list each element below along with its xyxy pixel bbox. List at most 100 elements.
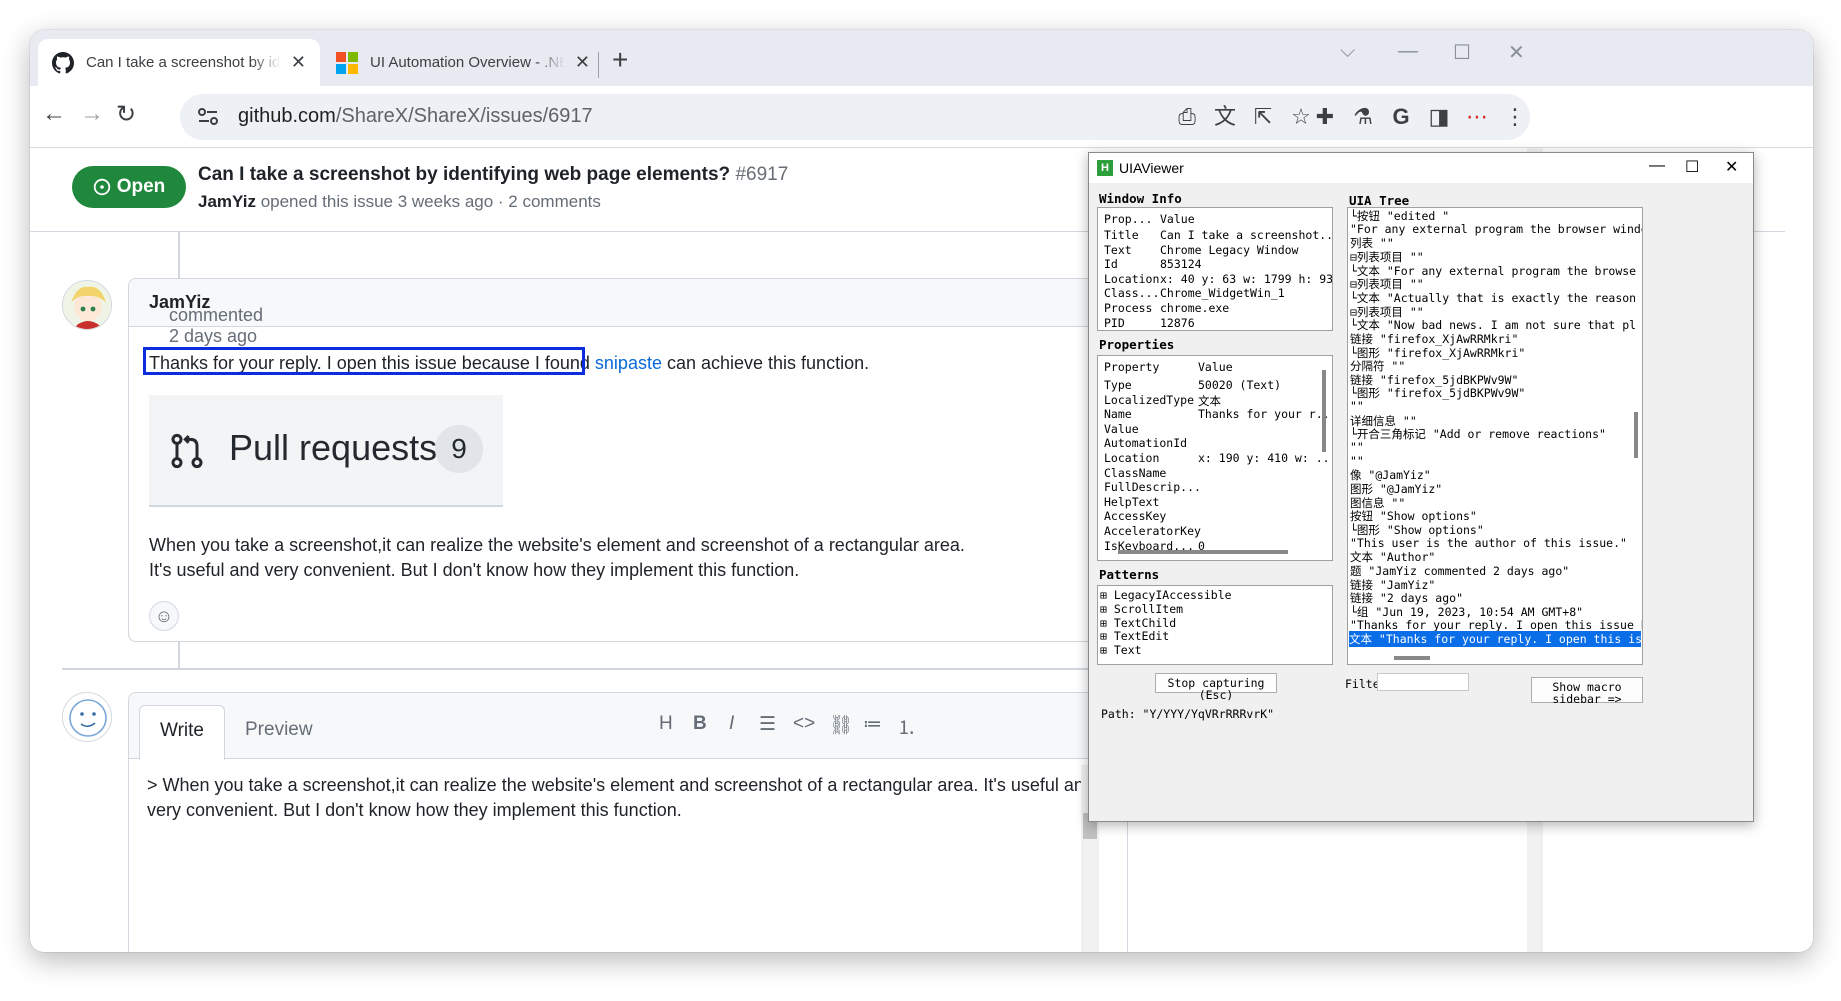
maximize-icon[interactable]: ☐ <box>1453 40 1471 65</box>
grid-cell-value: Chrome Legacy Window <box>1160 242 1299 257</box>
author-link[interactable]: JamYiz <box>198 192 256 211</box>
grid-cell-property: Type <box>1104 378 1132 392</box>
grid-cell-property: AutomationId <box>1104 436 1188 451</box>
grid-cell-property: Text <box>1104 242 1132 257</box>
uia-tree[interactable]: └按钮 "edited " "For any external program t… <box>1347 207 1643 665</box>
grid-cell-value: chrome.exe <box>1160 301 1230 315</box>
microsoft-icon <box>336 51 358 74</box>
comment-textarea[interactable]: > When you take a screenshot,it can real… <box>139 765 1094 952</box>
avatar[interactable] <box>62 692 112 742</box>
close-window-icon[interactable]: ✕ <box>1508 40 1525 65</box>
issue-comment: JamYiz commented 2 days ago Thanks for y… <box>128 278 1128 642</box>
page-title: Can I take a screenshot by identifying w… <box>198 164 789 185</box>
close-icon[interactable]: ✕ <box>291 52 306 73</box>
issue-open-icon <box>93 178 110 196</box>
properties-grid[interactable]: Property Value Type 50020 (Text) LocalizedT… <box>1097 355 1333 561</box>
tab-title: UI Automation Overview - .NET Framework <box>370 54 565 71</box>
forward-icon[interactable]: → <box>80 100 104 128</box>
uiaviewer-app-icon: H <box>1097 160 1113 176</box>
pull-request-icon <box>171 433 203 469</box>
comment-header: JamYiz commented 2 days ago <box>129 279 1127 346</box>
tab-github-issue[interactable]: Can I take a screenshot by identifying w… <box>38 39 320 86</box>
tree-item[interactable]: └开合三角标记 "Add or remove reactions" <box>1350 426 1606 442</box>
new-tab-icon[interactable]: + <box>612 44 628 76</box>
grid-cell-property: AcceleratorKey <box>1104 524 1201 538</box>
labs-flask-icon[interactable]: ⚗ <box>1350 104 1376 130</box>
menu-kebab-icon[interactable]: ⋮ <box>1502 104 1528 130</box>
side-panel-icon[interactable]: ◨ <box>1426 104 1452 130</box>
pull-requests-image: Pull requests 9 <box>149 395 503 507</box>
filter-input[interactable] <box>1377 673 1469 691</box>
avatar[interactable] <box>62 280 112 330</box>
grid-cell-property: ClassName <box>1104 465 1167 480</box>
comment-editor: Write Preview H B I ☰ <> ⛓ ≔ ⒈ > When yo… <box>128 692 1128 952</box>
grid-cell-property: LocalizedType <box>1104 392 1195 407</box>
status-badge: Open <box>72 166 186 208</box>
show-macro-sidebar-button[interactable]: Show macro sidebar => <box>1531 677 1643 705</box>
window-info-label: Window Info <box>1099 191 1182 206</box>
timeline-line <box>178 642 180 670</box>
tree-item-selected[interactable]: 文本 "Thanks for your reply. I open this i… <box>1349 631 1642 648</box>
stop-capturing-button[interactable]: Stop capturing (Esc) <box>1155 673 1277 701</box>
h-scrollbar-thumb[interactable] <box>1394 656 1430 660</box>
translate-icon[interactable]: 文 <box>1212 104 1238 130</box>
tree-item[interactable]: "For any external program the browser wi… <box>1350 222 1642 238</box>
uiaviewer-window: H UIAViewer — ☐ ✕ Window Info Prop... Val… <box>1088 152 1754 822</box>
maximize-icon[interactable]: ☐ <box>1685 157 1699 177</box>
extension-dots-icon[interactable]: ⋯ <box>1464 104 1490 130</box>
github-icon <box>52 51 74 73</box>
path-readout: Path: "Y/YYY/YqVRrRRRvrK" <box>1101 707 1275 721</box>
grid-cell-value: x: 40 y: 63 w: 1799 h: 931 <box>1160 271 1333 286</box>
reload-icon[interactable]: ↻ <box>116 100 136 129</box>
properties-label: Properties <box>1099 337 1175 352</box>
h-scrollbar-thumb[interactable] <box>1118 550 1288 554</box>
browser-toolbar: ← → ↻ github.com/ShareX/ShareX/issues/69… <box>30 86 1813 148</box>
tab-ui-automation[interactable]: UI Automation Overview - .NET Framework … <box>322 39 604 86</box>
issue-meta: JamYiz opened this issue 3 weeks ago · 2… <box>198 192 601 211</box>
grid-cell-property: Location <box>1104 271 1160 286</box>
scrollbar-thumb[interactable] <box>1634 412 1638 458</box>
minimize-icon[interactable]: — <box>1398 40 1418 63</box>
quote-icon[interactable]: ☰ <box>759 713 776 736</box>
bold-icon[interactable]: B <box>693 713 707 735</box>
close-icon[interactable]: ✕ <box>575 52 590 73</box>
grid-cell-property: HelpText <box>1104 494 1160 509</box>
window-info-grid[interactable]: Prop... Value Title Can I take a screensho… <box>1097 207 1333 331</box>
snipaste-link[interactable]: snipaste <box>595 353 662 373</box>
grid-cell-value: Thanks for your r... <box>1198 407 1333 422</box>
tab-preview[interactable]: Preview <box>225 705 333 760</box>
extensions-icon[interactable]: ✚ <box>1312 104 1338 130</box>
install-app-icon[interactable]: ⎙ <box>1174 104 1200 130</box>
grammarly-icon[interactable]: G <box>1388 104 1414 130</box>
share-icon[interactable]: ⇱ <box>1250 104 1276 130</box>
minimize-icon[interactable]: — <box>1649 157 1665 175</box>
back-icon[interactable]: ← <box>42 100 66 128</box>
heading-icon[interactable]: H <box>659 713 673 735</box>
numbered-list-icon[interactable]: ⒈ <box>897 713 916 740</box>
tab-separator <box>598 52 599 78</box>
close-window-icon[interactable]: ✕ <box>1725 157 1738 177</box>
bookmark-star-icon[interactable]: ☆ <box>1288 104 1314 130</box>
tab-write[interactable]: Write <box>139 705 225 760</box>
grid-cell-property: Location <box>1104 451 1160 465</box>
grid-cell-property: Name <box>1104 407 1132 422</box>
pattern-item[interactable]: ⊞ Text <box>1100 643 1142 659</box>
window-title: UIAViewer <box>1119 160 1184 176</box>
grid-cell-property: FullDescrip... <box>1104 480 1201 495</box>
filter-label: Filte <box>1345 677 1380 691</box>
add-reaction-button[interactable]: ☺ <box>149 601 179 631</box>
link-icon[interactable]: ⛓ <box>829 713 853 737</box>
bulleted-list-icon[interactable]: ≔ <box>863 713 882 736</box>
tab-search-icon[interactable]: ⌵ <box>1340 40 1355 63</box>
patterns-tree[interactable]: ⊞ LegacyIAccessible ⊞ ScrollItem ⊞ TextChi… <box>1097 585 1333 665</box>
tree-item[interactable]: └图形 "firefox_5jdBKPWv9W" <box>1350 385 1525 401</box>
code-icon[interactable]: <> <box>793 713 815 735</box>
anime-avatar-icon <box>63 281 111 329</box>
grid-cell-property: PID <box>1104 315 1125 330</box>
site-info-icon[interactable] <box>198 108 218 126</box>
image-label: Pull requests <box>229 427 438 468</box>
italic-icon[interactable]: I <box>729 713 734 735</box>
grid-cell-value: 50020 (Text) <box>1198 378 1282 392</box>
scrollbar-thumb[interactable] <box>1322 370 1326 452</box>
comment-timestamp[interactable]: commented 2 days ago <box>169 305 263 347</box>
